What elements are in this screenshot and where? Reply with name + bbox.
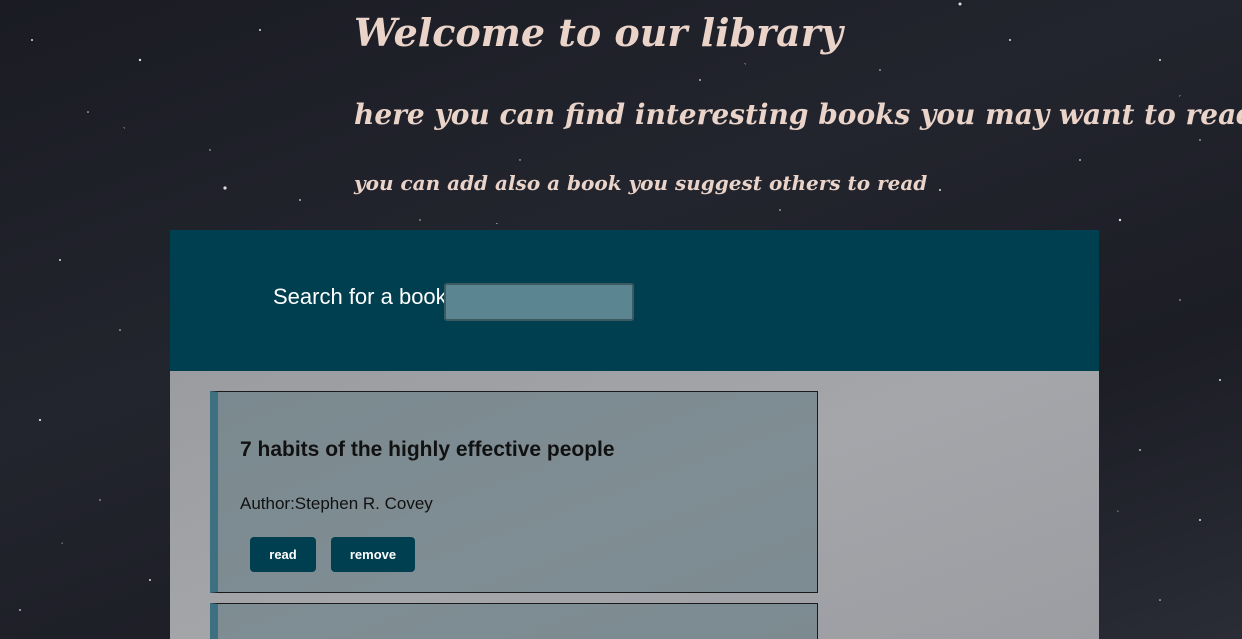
search-label: Search for a book [273,284,447,309]
search-input[interactable] [444,283,634,321]
page-tagline: you can add also a book you suggest othe… [354,171,928,195]
book-card [210,603,818,639]
book-title: 7 habits of the highly effective people [240,438,615,461]
page-title: Welcome to our library [354,10,843,55]
book-list-area: 7 habits of the highly effective people … [170,371,1099,639]
remove-button[interactable]: remove [331,537,415,572]
page: { "header": { "title": "Welcome to our l… [0,0,1242,639]
book-card: 7 habits of the highly effective people … [210,391,818,593]
book-author: Author:Stephen R. Covey [240,494,433,513]
read-button[interactable]: read [250,537,316,572]
page-subtitle: here you can find interesting books you … [354,98,1242,131]
search-panel: Search for a book [170,230,1099,371]
